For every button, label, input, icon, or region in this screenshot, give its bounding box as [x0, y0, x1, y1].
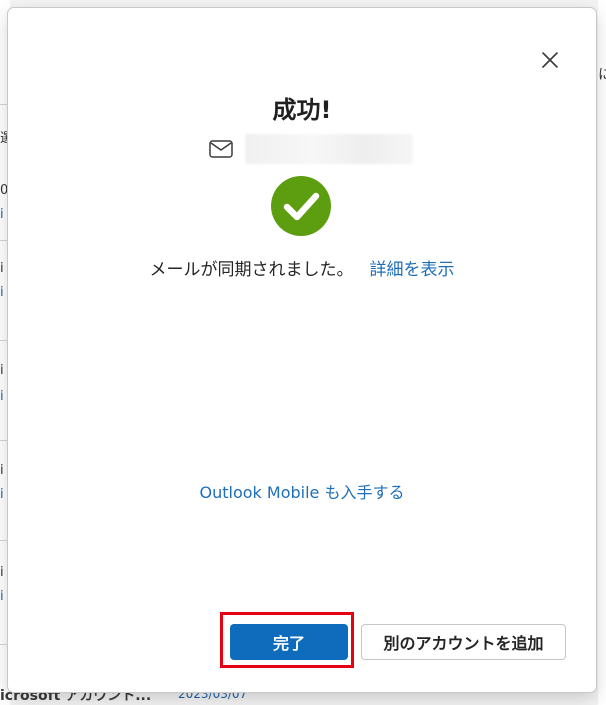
- background-reading-pane: に: [598, 0, 606, 705]
- add-account-button[interactable]: 別のアカウントを追加: [361, 624, 566, 660]
- close-button[interactable]: [538, 48, 562, 72]
- details-link[interactable]: 詳細を表示: [370, 260, 455, 280]
- dialog-title: 成功!: [272, 96, 332, 124]
- account-email-redacted: [245, 134, 413, 164]
- checkmark-circle-icon: [271, 176, 331, 236]
- success-dialog: 成功! メールが同期されました。 詳細を表示 Outlook Mobile も入手…: [8, 8, 596, 692]
- sync-message: メールが同期されました。: [149, 260, 354, 280]
- close-icon: [542, 52, 558, 68]
- account-email-row: [209, 134, 413, 164]
- outlook-mobile-link[interactable]: Outlook Mobile も入手する: [8, 479, 596, 503]
- done-button[interactable]: 完了: [230, 624, 348, 660]
- sync-status: メールが同期されました。 詳細を表示: [8, 255, 596, 280]
- mail-icon: [209, 140, 233, 158]
